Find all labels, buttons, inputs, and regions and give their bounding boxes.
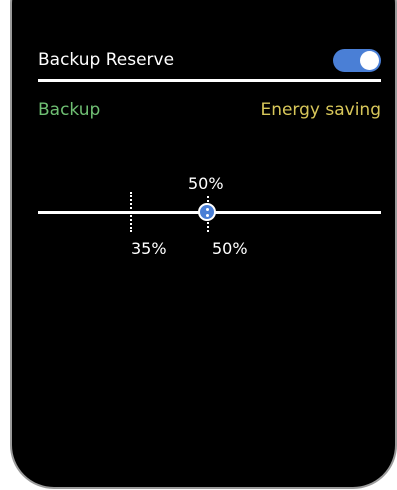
header-divider [38,79,381,82]
backup-reserve-toggle[interactable] [333,49,381,72]
minimum-marker [130,192,132,232]
backup-label: Backup [38,100,101,120]
reserve-slider-thumb[interactable] [198,203,216,221]
backup-reserve-title: Backup Reserve [38,50,175,70]
grip-icon [205,207,209,217]
current-value-label: 50% [212,239,248,258]
slider-value-label: 50% [188,174,224,193]
minimum-value-label: 35% [131,239,167,258]
backup-reserve-panel: Backup Reserve Backup Energy saving 50% … [0,0,397,490]
energy-saving-label: Energy saving [260,100,381,120]
toggle-knob [360,51,379,70]
